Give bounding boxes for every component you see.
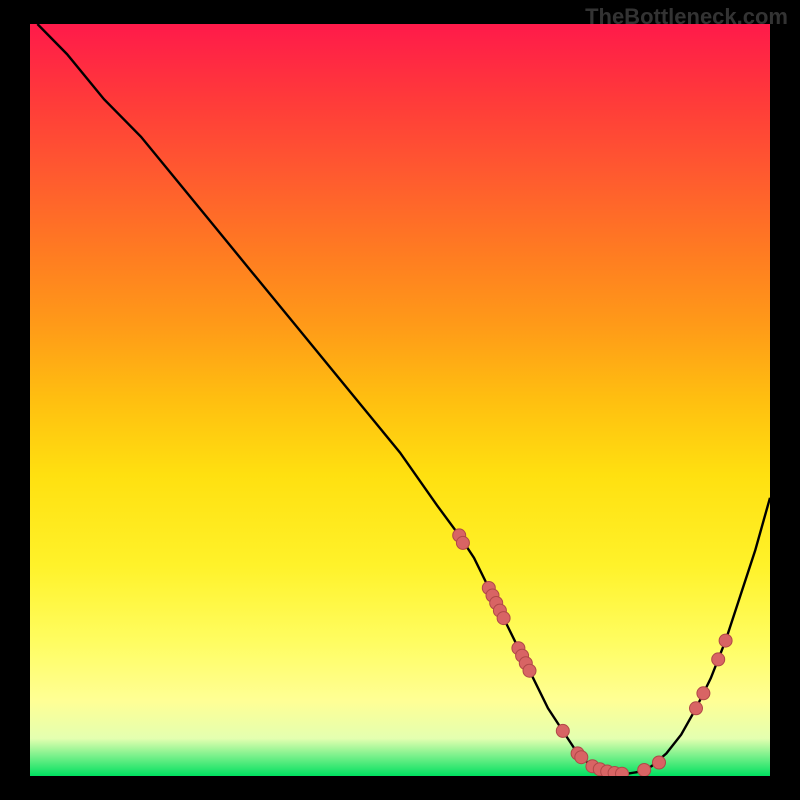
chart-data-points	[453, 529, 732, 776]
chart-curve	[37, 24, 770, 775]
data-point	[616, 767, 629, 776]
data-point	[712, 653, 725, 666]
data-point	[497, 612, 510, 625]
watermark-text: TheBottleneck.com	[585, 4, 788, 30]
data-point	[638, 764, 651, 777]
data-point	[556, 724, 569, 737]
chart-svg	[30, 24, 770, 776]
data-point	[575, 751, 588, 764]
data-point	[690, 702, 703, 715]
data-point	[456, 536, 469, 549]
data-point	[697, 687, 710, 700]
chart-plot-area	[30, 24, 770, 776]
data-point	[523, 664, 536, 677]
data-point	[719, 634, 732, 647]
data-point	[653, 756, 666, 769]
